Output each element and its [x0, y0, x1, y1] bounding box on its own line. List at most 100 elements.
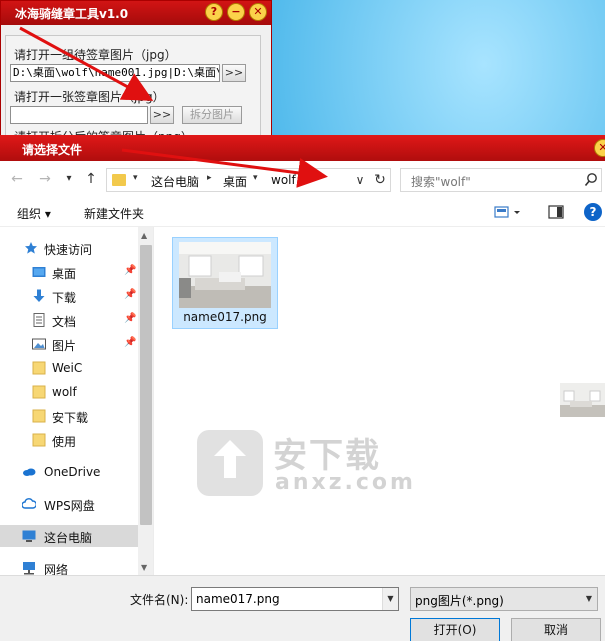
up-button[interactable]: ↑ [82, 169, 100, 189]
network-icon [23, 562, 35, 575]
sidebar-item-label: WPS网盘 [44, 499, 95, 513]
picture-icon [32, 338, 46, 350]
breadcrumb-wolf[interactable]: wolf [271, 173, 296, 187]
breadcrumb-desktop[interactable]: 桌面 [223, 173, 247, 190]
sidebar-item-anxz[interactable]: 安下载 [0, 405, 138, 427]
app-titlebar[interactable]: 冰海骑缝章工具v1.0 ? − ✕ [1, 1, 271, 25]
cancel-button[interactable]: 取消 [511, 618, 601, 641]
navigation-pane: 快速访问 桌面 📌 下载 📌 文档 📌 图片 📌 WeiC wolf 安下载 使… [0, 227, 154, 575]
sidebar-item-label: WeiC [52, 361, 83, 375]
multi-image-input[interactable]: D:\桌面\wolf\name001.jpg|D:\桌面\w [10, 64, 220, 82]
help-button[interactable]: ? [205, 3, 223, 21]
scroll-up-icon[interactable]: ▲ [141, 231, 147, 240]
sidebar-item-label: 网络 [44, 563, 69, 575]
sidebar-item-label: 桌面 [52, 267, 77, 281]
folder-icon [32, 385, 46, 399]
sidebar-item-quick-access[interactable]: 快速访问 [0, 237, 138, 259]
sidebar-item-desktop[interactable]: 桌面 📌 [0, 261, 138, 283]
sidebar-item-downloads[interactable]: 下载 📌 [0, 285, 138, 307]
dialog-bottom-bar: 文件名(N): name017.png ▼ png图片(*.png) ▼ 打开(… [0, 575, 605, 641]
breadcrumb-this-pc[interactable]: 这台电脑 [151, 173, 199, 190]
filetype-select[interactable]: png图片(*.png) ▼ [410, 587, 598, 611]
sidebar-item-pictures[interactable]: 图片 📌 [0, 333, 138, 355]
sidebar-item-wolf[interactable]: wolf [0, 381, 138, 403]
recent-locations-button[interactable]: ▾ [60, 169, 78, 189]
search-icon[interactable] [584, 172, 598, 188]
pin-icon[interactable]: 📌 [124, 337, 136, 348]
chevron-down-icon[interactable]: ▾ [133, 173, 138, 183]
app-window: 冰海骑缝章工具v1.0 ? − ✕ 请打开一组待签章图片（jpg） D:\桌面\… [0, 0, 272, 144]
chevron-down-icon[interactable]: ▾ [253, 173, 258, 183]
sidebar-item-wps-cloud[interactable]: WPS网盘 [0, 493, 138, 515]
folder-icon [32, 409, 46, 423]
sidebar-item-weic[interactable]: WeiC [0, 357, 138, 379]
computer-icon [22, 530, 36, 542]
sidebar-item-label: 快速访问 [44, 243, 93, 257]
chevron-down-icon[interactable]: ▼ [581, 588, 597, 610]
watermark-sub-text: anxz.com [275, 470, 416, 495]
sidebar-item-documents[interactable]: 文档 📌 [0, 309, 138, 331]
scroll-down-icon[interactable]: ▼ [141, 563, 147, 572]
dialog-titlebar[interactable]: 请选择文件 ✕ [0, 135, 605, 161]
pin-icon[interactable]: 📌 [124, 313, 136, 324]
sidebar-item-network[interactable]: 网络 [0, 557, 138, 575]
organize-menu[interactable]: 组织 ▾ [17, 205, 51, 222]
folder-icon [32, 361, 46, 375]
dialog-title: 请选择文件 [22, 143, 83, 157]
chevron-right-icon[interactable]: ▸ [207, 173, 212, 183]
sidebar-item-label: 使用 [52, 435, 77, 449]
filename-label: 文件名(N): [130, 593, 189, 607]
sidebar-item-use[interactable]: 使用 [0, 429, 138, 451]
document-icon [33, 313, 45, 327]
open-button[interactable]: 打开(O) [410, 618, 500, 641]
sidebar-item-label: 安下载 [52, 411, 89, 425]
sidebar-item-label: 图片 [52, 339, 77, 353]
sidebar-scrollbar[interactable]: ▲ ▼ [138, 227, 153, 575]
pin-icon[interactable]: 📌 [124, 265, 136, 276]
file-open-dialog: 请选择文件 ✕ ← → ▾ ↑ ▾ 这台电脑 ▸ 桌面 ▾ wolf ∨ ↻ 搜… [0, 135, 605, 641]
browse-multi-button[interactable]: >> [222, 64, 246, 82]
sidebar-item-label: 这台电脑 [44, 531, 93, 545]
search-box[interactable]: 搜索"wolf" [400, 168, 602, 192]
address-bar[interactable]: ▾ 这台电脑 ▸ 桌面 ▾ wolf ∨ ↻ [106, 168, 391, 192]
desktop-icon [32, 267, 46, 277]
folder-icon [32, 433, 46, 447]
cloud-icon [23, 468, 36, 476]
close-button[interactable]: ✕ [249, 3, 267, 21]
browse-single-button[interactable]: >> [150, 106, 174, 124]
sidebar-item-label: wolf [52, 385, 77, 399]
wps-cloud-icon [22, 498, 36, 509]
file-list-pane: name017.png 安下载 anxz.com [155, 227, 605, 575]
pin-icon[interactable]: 📌 [124, 289, 136, 300]
watermark-logo-icon [197, 430, 263, 496]
sidebar-item-this-pc[interactable]: 这台电脑 [0, 525, 138, 547]
scrollbar-thumb[interactable] [140, 245, 152, 525]
view-options-icon[interactable] [494, 204, 524, 220]
sidebar-item-onedrive[interactable]: OneDrive [0, 461, 138, 483]
minimize-button[interactable]: − [227, 3, 245, 21]
image-thumbnail [179, 242, 271, 308]
split-image-button[interactable]: 拆分图片 [182, 106, 242, 124]
filename-value: name017.png [196, 592, 280, 606]
command-bar: 组织 ▾ 新建文件夹 ? [0, 197, 605, 227]
forward-button[interactable]: → [36, 169, 54, 189]
file-name: name017.png [183, 310, 267, 324]
back-button[interactable]: ← [8, 169, 26, 189]
single-image-input[interactable] [10, 106, 148, 124]
filetype-value: png图片(*.png) [415, 594, 504, 608]
new-folder-button[interactable]: 新建文件夹 [84, 205, 144, 222]
preview-thumbnail [560, 383, 605, 417]
dialog-close-button[interactable]: ✕ [594, 139, 605, 157]
sidebar-item-label: OneDrive [44, 465, 101, 479]
refresh-icon[interactable]: ↻ [371, 170, 389, 190]
preview-pane-icon[interactable] [548, 204, 564, 220]
file-item[interactable]: name017.png [172, 237, 278, 329]
folder-icon [112, 174, 126, 186]
filename-input[interactable]: name017.png ▼ [191, 587, 399, 611]
help-icon[interactable]: ? [584, 203, 602, 221]
download-icon [33, 289, 45, 302]
app-group-box: 请打开一组待签章图片（jpg） D:\桌面\wolf\name001.jpg|D… [5, 35, 261, 144]
address-dropdown-icon[interactable]: ∨ [351, 170, 369, 190]
chevron-down-icon[interactable]: ▼ [382, 588, 398, 610]
single-image-label: 请打开一张签章图片（jpg） [14, 90, 165, 104]
